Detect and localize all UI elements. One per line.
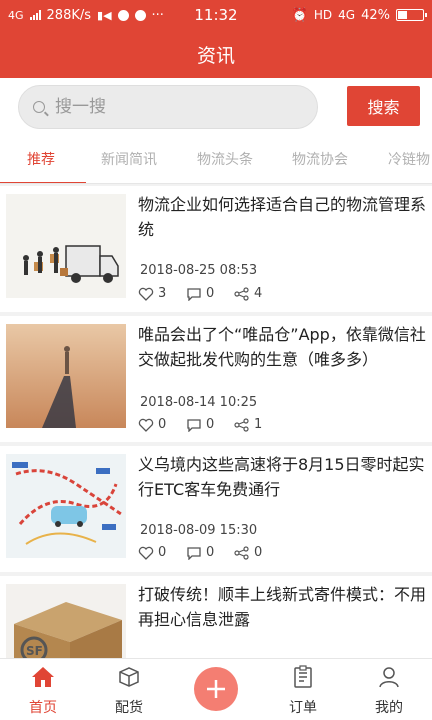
nav-dispatch-label: 配货 xyxy=(115,700,143,716)
comment-count: 0 xyxy=(206,417,215,432)
nav-home-label: 首页 xyxy=(29,700,57,716)
like-count: 0 xyxy=(158,417,167,432)
news-item[interactable]: 物流企业如何选择适合自己的物流管理系统 2018-08-25 08:53 3 0… xyxy=(0,186,432,312)
news-title[interactable]: 义乌境内这些高速将于8月15日零时起实行ETC客车免费通行 xyxy=(138,452,426,502)
news-thumbnail-box: SF xyxy=(6,584,126,658)
battery-icon xyxy=(396,9,427,21)
news-stats: 0 0 0 xyxy=(138,545,282,560)
heart-icon[interactable] xyxy=(138,287,154,301)
header: 资讯 xyxy=(0,30,432,78)
network-right-label: 4G xyxy=(338,8,356,22)
like-count: 3 xyxy=(158,286,167,301)
hd-label: HD xyxy=(313,8,333,22)
news-item[interactable]: 义乌境内这些高速将于8月15日零时起实行ETC客车免费通行 2018-08-09… xyxy=(0,446,432,572)
vibrate-icon: ▮◀ xyxy=(97,8,112,22)
nav-orders-label: 订单 xyxy=(289,700,317,716)
svg-text:SF: SF xyxy=(26,644,43,658)
box-icon xyxy=(119,667,139,687)
chat-notification-icon xyxy=(134,9,146,21)
bottom-navigation: 首页 配货 订单 我的 xyxy=(0,658,432,720)
comment-icon[interactable] xyxy=(186,546,202,560)
comment-count: 0 xyxy=(206,286,215,301)
app-notification-icon xyxy=(117,9,129,21)
network-speed: 288K/s xyxy=(46,7,92,23)
nav-dispatch[interactable]: 配货 xyxy=(86,659,172,720)
news-stats: 3 0 4 xyxy=(138,286,282,301)
tab-cold-chain[interactable]: 冷链物 xyxy=(388,138,430,183)
news-date: 2018-08-25 08:53 xyxy=(140,263,258,278)
tab-logistics-association[interactable]: 物流协会 xyxy=(292,138,348,183)
plus-icon xyxy=(207,680,225,698)
nav-home[interactable]: 首页 xyxy=(0,659,86,720)
news-item[interactable]: SF 打破传统！顺丰上线新式寄件模式：不用再担心信息泄露 xyxy=(0,576,432,658)
nav-profile-label: 我的 xyxy=(375,700,403,716)
network-label: 4G xyxy=(8,8,24,22)
comment-icon[interactable] xyxy=(186,418,202,432)
tab-logistics-headlines[interactable]: 物流头条 xyxy=(197,138,253,183)
status-bar: 4G 288K/s ▮◀ ··· 11:32 ⏰ HD 4G 42% xyxy=(0,0,432,30)
tab-recommend[interactable]: 推荐 xyxy=(27,138,55,183)
search-button[interactable]: 搜索 xyxy=(347,86,420,126)
order-icon xyxy=(294,665,312,688)
news-title[interactable]: 打破传统！顺丰上线新式寄件模式：不用再担心信息泄露 xyxy=(138,582,426,632)
heart-icon[interactable] xyxy=(138,546,154,560)
news-thumbnail-map xyxy=(6,454,126,558)
nav-profile[interactable]: 我的 xyxy=(346,659,432,720)
news-date: 2018-08-09 15:30 xyxy=(140,523,258,538)
more-notifications-icon: ··· xyxy=(151,7,164,23)
add-button[interactable] xyxy=(194,667,238,711)
alarm-icon: ⏰ xyxy=(291,7,308,23)
share-icon[interactable] xyxy=(234,545,250,560)
tab-news-brief[interactable]: 新闻简讯 xyxy=(101,138,157,183)
search-icon xyxy=(33,101,45,113)
share-icon[interactable] xyxy=(234,286,250,301)
battery-percent: 42% xyxy=(361,7,390,23)
nav-orders[interactable]: 订单 xyxy=(260,659,346,720)
news-date: 2018-08-14 10:25 xyxy=(140,395,258,410)
like-count: 0 xyxy=(158,545,167,560)
share-count: 0 xyxy=(254,545,263,560)
share-icon[interactable] xyxy=(234,417,250,432)
news-title[interactable]: 物流企业如何选择适合自己的物流管理系统 xyxy=(138,192,426,242)
signal-icon xyxy=(29,10,41,20)
comment-icon[interactable] xyxy=(186,287,202,301)
news-title[interactable]: 唯品会出了个“唯品仓”App，依靠微信社交做起批发代购的生意（唯多多） xyxy=(138,322,426,372)
news-thumbnail-truck xyxy=(6,194,126,298)
news-thumbnail-desert xyxy=(6,324,126,428)
page-title: 资讯 xyxy=(196,44,235,67)
search-row: 搜索 xyxy=(0,78,432,138)
home-icon xyxy=(32,667,54,687)
news-stats: 0 0 1 xyxy=(138,417,282,432)
search-input[interactable] xyxy=(55,97,285,117)
user-icon xyxy=(379,667,399,688)
news-item[interactable]: 唯品会出了个“唯品仓”App，依靠微信社交做起批发代购的生意（唯多多） 2018… xyxy=(0,316,432,442)
active-tab-indicator xyxy=(0,182,86,183)
comment-count: 0 xyxy=(206,545,215,560)
heart-icon[interactable] xyxy=(138,418,154,432)
category-tabs: 推荐 新闻简讯 物流头条 物流协会 冷链物 xyxy=(0,138,432,184)
share-count: 1 xyxy=(254,417,263,432)
share-count: 4 xyxy=(254,286,263,301)
search-box[interactable] xyxy=(18,85,318,129)
